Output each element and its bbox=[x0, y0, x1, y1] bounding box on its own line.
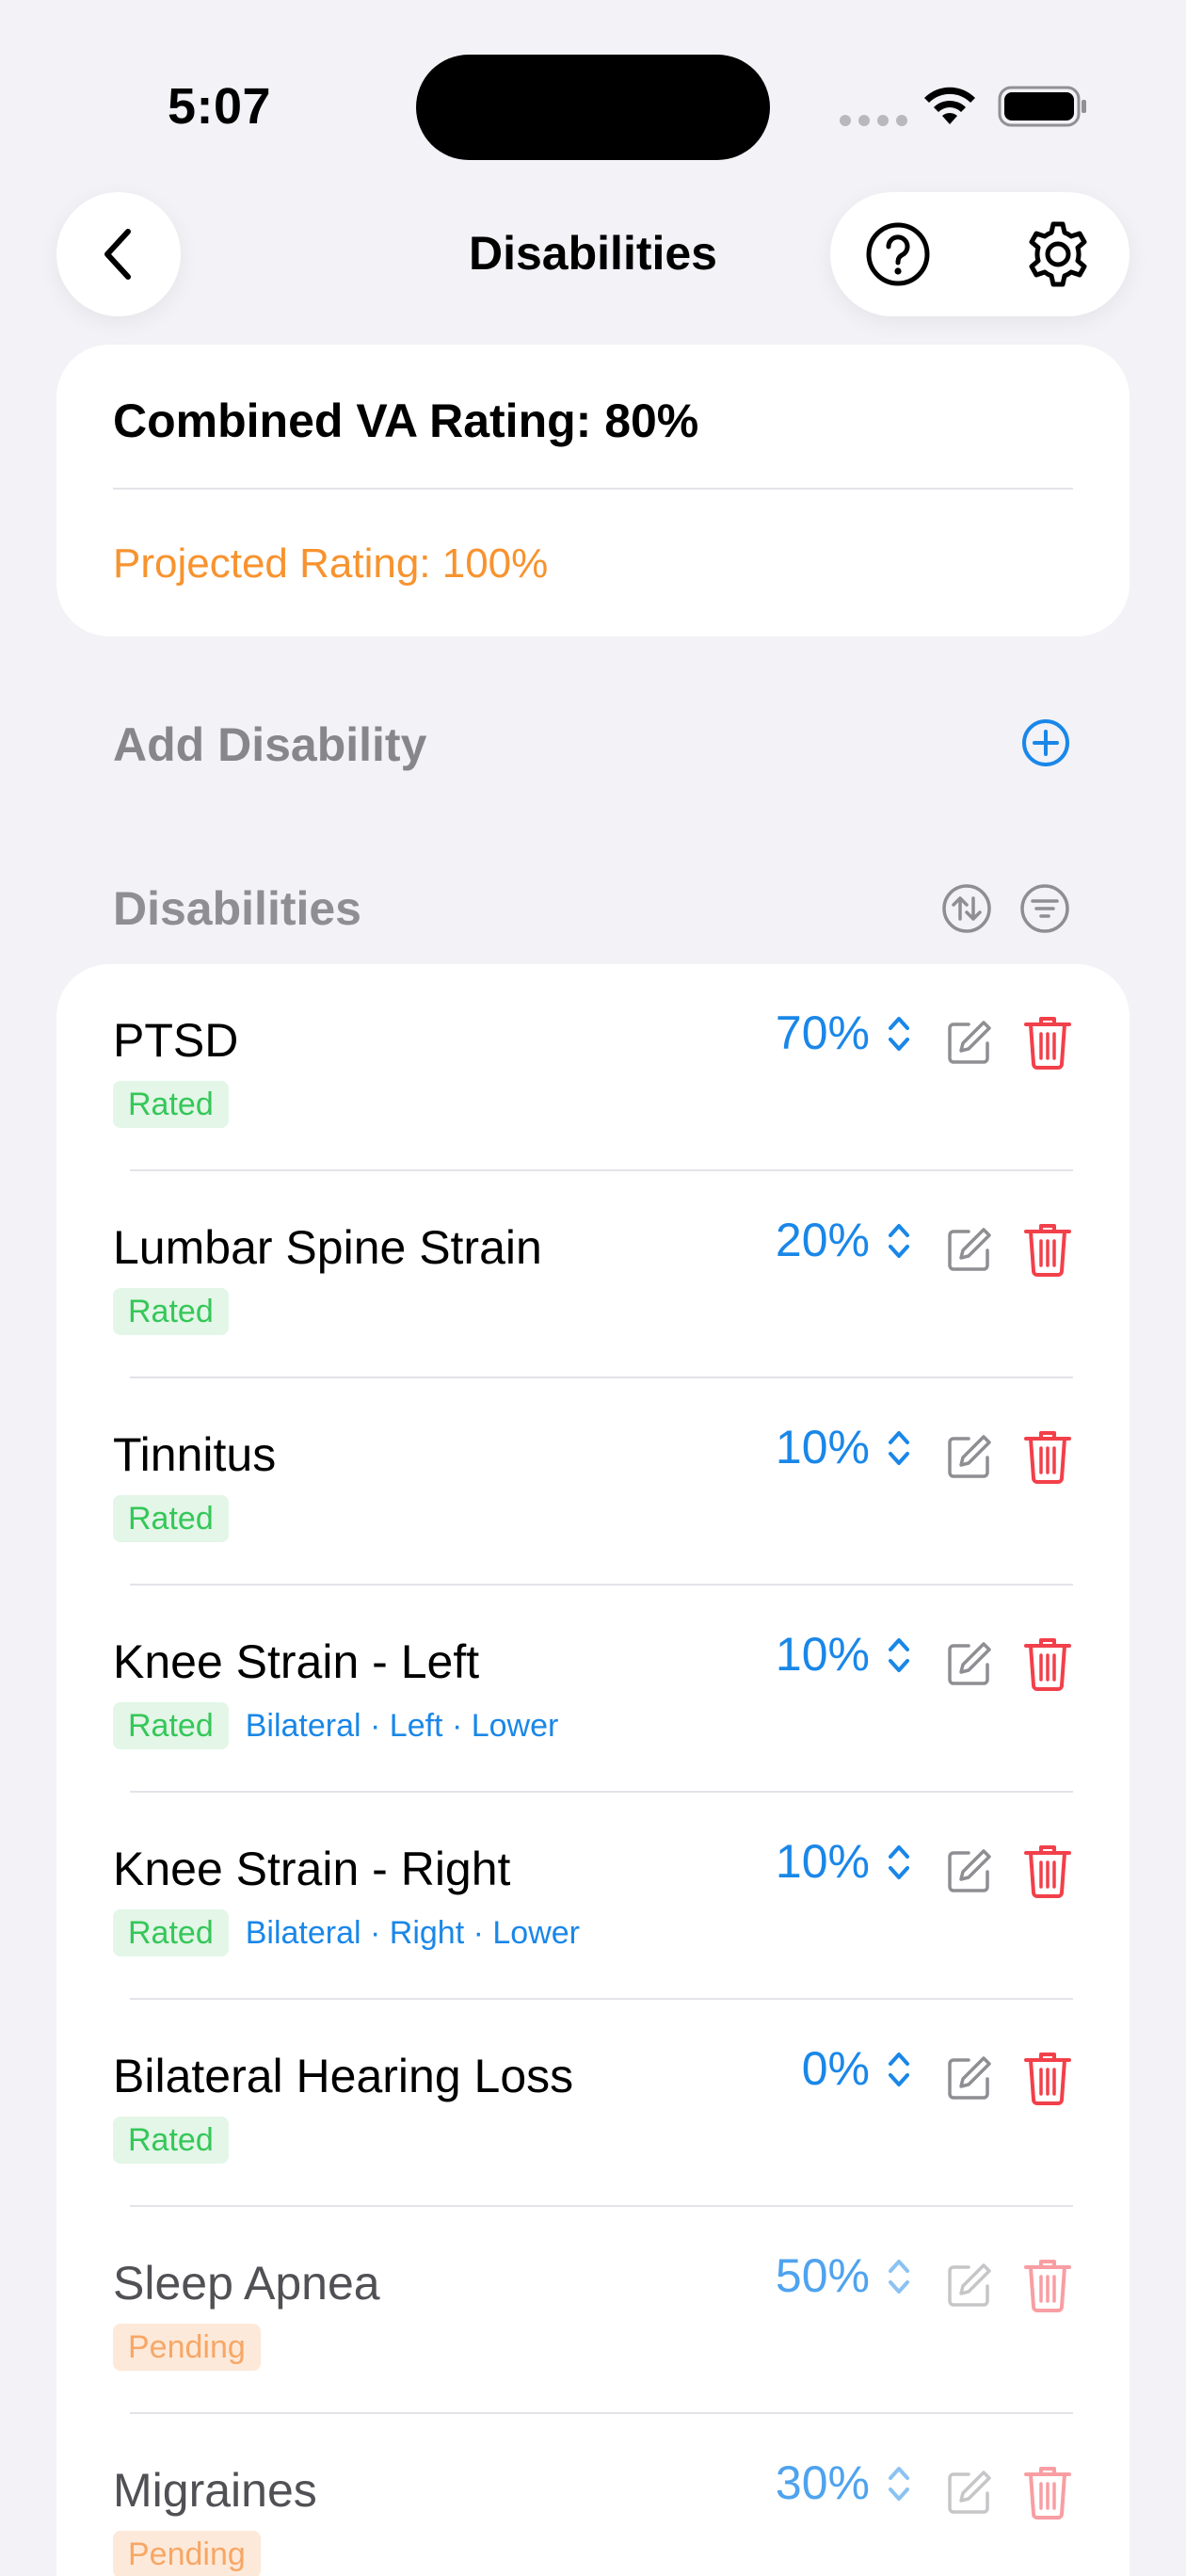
rating-percent[interactable]: 10% bbox=[776, 1627, 870, 1682]
row-tags: Rated bbox=[113, 1081, 229, 1128]
disability-detail: Bilateral · Right · Lower bbox=[245, 1914, 580, 1951]
chevron-up-down-icon[interactable] bbox=[883, 2254, 915, 2299]
rating-percent[interactable]: 50% bbox=[776, 2248, 870, 2303]
disability-name: Tinnitus bbox=[113, 1428, 277, 1481]
row-tags: Rated bbox=[113, 1495, 229, 1542]
projected-rating: Projected Rating: 100% bbox=[113, 540, 549, 587]
status-bar: 5:07 bbox=[0, 0, 1186, 179]
disability-detail: Bilateral · Left · Lower bbox=[245, 1707, 559, 1744]
trash-icon[interactable] bbox=[1022, 1842, 1073, 1898]
disability-name: PTSD bbox=[113, 1014, 239, 1067]
status-badge: Pending bbox=[113, 2531, 261, 2576]
trash-icon[interactable] bbox=[1022, 1013, 1073, 1070]
help-icon[interactable] bbox=[864, 220, 932, 288]
status-badge: Rated bbox=[113, 1288, 229, 1335]
rating-percent[interactable]: 10% bbox=[776, 1420, 870, 1474]
edit-icon[interactable] bbox=[944, 1224, 995, 1275]
filter-icon[interactable] bbox=[1019, 883, 1070, 934]
edit-icon[interactable] bbox=[944, 1845, 995, 1896]
chevron-up-down-icon[interactable] bbox=[883, 2461, 915, 2506]
status-time: 5:07 bbox=[168, 78, 272, 135]
row-tags: Rated Bilateral · Left · Lower bbox=[113, 1702, 558, 1749]
list-item[interactable]: Knee Strain - Left Rated Bilateral · Lef… bbox=[56, 1586, 1130, 1793]
status-badge: Rated bbox=[113, 2117, 229, 2164]
list-item[interactable]: Tinnitus Rated 10% bbox=[56, 1378, 1130, 1586]
edit-icon[interactable] bbox=[944, 1017, 995, 1068]
status-badge: Rated bbox=[113, 1495, 229, 1542]
combined-rating: Combined VA Rating: 80% bbox=[113, 394, 699, 447]
edit-icon[interactable] bbox=[944, 2260, 995, 2310]
chevron-up-down-icon[interactable] bbox=[883, 2047, 915, 2092]
disability-name: Knee Strain - Left bbox=[113, 1635, 480, 1688]
status-badge: Rated bbox=[113, 1909, 229, 1956]
status-badge: Rated bbox=[113, 1081, 229, 1128]
list-item[interactable]: Lumbar Spine Strain Rated 20% bbox=[56, 1171, 1130, 1378]
rating-percent[interactable]: 30% bbox=[776, 2455, 870, 2510]
trash-icon[interactable] bbox=[1022, 1634, 1073, 1691]
add-disability-label[interactable]: Add Disability bbox=[113, 717, 426, 772]
chevron-up-down-icon[interactable] bbox=[883, 1633, 915, 1678]
dynamic-island bbox=[416, 55, 770, 160]
back-button[interactable] bbox=[56, 192, 181, 316]
section-header: Disabilities bbox=[113, 882, 361, 935]
status-badge: Rated bbox=[113, 1702, 229, 1749]
nav-actions-group bbox=[830, 192, 1130, 316]
battery-icon bbox=[998, 86, 1086, 127]
disabilities-list: PTSD Rated 70% Lumbar Spine Strain Rated… bbox=[56, 964, 1130, 2576]
wifi-icon bbox=[924, 87, 975, 124]
row-tags: Rated bbox=[113, 2117, 229, 2164]
disability-name: Lumbar Spine Strain bbox=[113, 1221, 542, 1274]
rating-percent[interactable]: 10% bbox=[776, 1834, 870, 1889]
trash-icon[interactable] bbox=[1022, 2463, 1073, 2520]
divider bbox=[113, 488, 1073, 490]
list-item[interactable]: Bilateral Hearing Loss Rated 0% bbox=[56, 2000, 1130, 2207]
edit-icon[interactable] bbox=[944, 2053, 995, 2103]
rating-percent[interactable]: 0% bbox=[802, 2041, 870, 2096]
rating-percent[interactable]: 20% bbox=[776, 1213, 870, 1267]
disability-name: Bilateral Hearing Loss bbox=[113, 2050, 574, 2102]
list-item[interactable]: Knee Strain - Right Rated Bilateral · Ri… bbox=[56, 1793, 1130, 2000]
chevron-up-down-icon[interactable] bbox=[883, 1011, 915, 1056]
page-title: Disabilities bbox=[469, 227, 717, 280]
sort-icon[interactable] bbox=[941, 883, 992, 934]
chevron-up-down-icon[interactable] bbox=[883, 1218, 915, 1264]
list-item[interactable]: PTSD Rated 70% bbox=[56, 964, 1130, 1171]
rating-summary-card: Combined VA Rating: 80% Projected Rating… bbox=[56, 345, 1130, 636]
status-badge: Pending bbox=[113, 2324, 261, 2371]
chevron-up-down-icon[interactable] bbox=[883, 1425, 915, 1471]
list-item[interactable]: Sleep Apnea Pending 50% bbox=[56, 2207, 1130, 2414]
edit-icon[interactable] bbox=[944, 2467, 995, 2518]
gear-icon[interactable] bbox=[1022, 218, 1094, 290]
rating-percent[interactable]: 70% bbox=[776, 1006, 870, 1060]
chevron-up-down-icon[interactable] bbox=[883, 1840, 915, 1885]
edit-icon[interactable] bbox=[944, 1638, 995, 1689]
row-tags: Rated bbox=[113, 1288, 229, 1335]
add-disability-button[interactable] bbox=[1020, 717, 1071, 768]
row-tags: Rated Bilateral · Right · Lower bbox=[113, 1909, 580, 1956]
row-tags: Pending bbox=[113, 2531, 261, 2576]
trash-icon[interactable] bbox=[1022, 2256, 1073, 2312]
trash-icon[interactable] bbox=[1022, 1220, 1073, 1277]
list-item[interactable]: Migraines Pending 30% bbox=[56, 2414, 1130, 2576]
disability-name: Migraines bbox=[113, 2464, 317, 2517]
cellular-signal-icon bbox=[840, 115, 907, 126]
chevron-left-icon bbox=[104, 229, 131, 280]
disability-name: Knee Strain - Right bbox=[113, 1843, 511, 1895]
row-tags: Pending bbox=[113, 2324, 261, 2371]
trash-icon[interactable] bbox=[1022, 1427, 1073, 1484]
trash-icon[interactable] bbox=[1022, 2049, 1073, 2105]
disability-name: Sleep Apnea bbox=[113, 2257, 380, 2310]
edit-icon[interactable] bbox=[944, 1431, 995, 1482]
